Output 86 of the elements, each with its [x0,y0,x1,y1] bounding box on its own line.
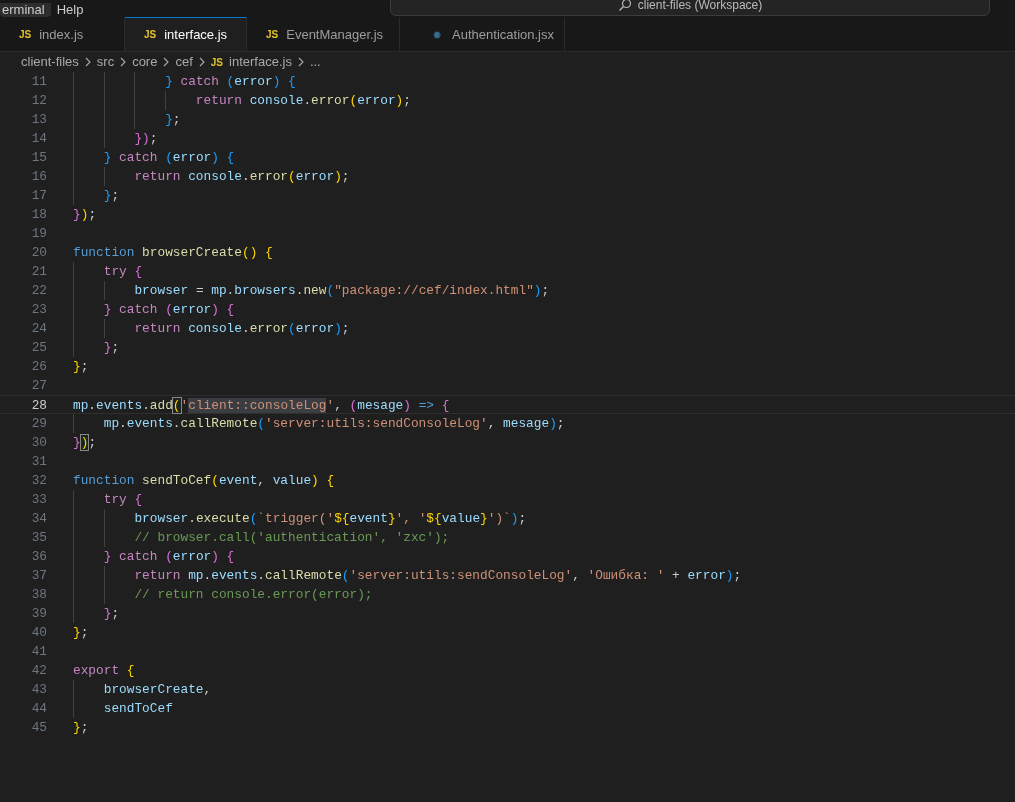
line-number: 44 [30,700,48,718]
menu-item[interactable]: erminal [0,3,51,17]
line-number: 18 [30,206,48,224]
line-number: 22 [30,282,48,300]
code-line: function browserCreate() { [73,245,273,260]
chevron-icon [296,57,305,67]
code-line: return console.error(error); [133,169,350,184]
menu-item[interactable]: Help [50,3,90,17]
code-line: browser = mp.browsers.new("package://cef/index.html"); [133,283,550,298]
line-number: 11 [30,73,48,91]
line-number: 13 [30,111,48,129]
code-line: }; [73,625,89,640]
line-number: 33 [30,491,48,509]
search-icon [617,0,632,12]
code-line: }); [133,131,158,146]
js-file-icon: JS [144,27,157,42]
editor-tab[interactable]: JS interface.js [125,17,247,51]
breadcrumb-item[interactable]: interface.js [229,52,292,72]
breadcrumb-item[interactable]: core [132,52,158,72]
line-number: 21 [30,263,48,281]
js-file-icon: JS [19,27,32,42]
line-number: 41 [30,643,48,661]
line-number: 37 [30,567,48,585]
line-number: 19 [30,225,48,243]
line-number: 16 [30,168,48,186]
code-line: browserCreate, [102,682,212,697]
breadcrumb-item[interactable]: cef [175,52,193,72]
code-line: sendToCef [102,701,173,716]
breadcrumb-item[interactable]: src [96,52,115,72]
code-line: } catch (error) { [102,549,235,564]
code-line: return mp.events.callRemote('server:utils:sendConsoleLog', 'Ошибка: ' + error); [133,568,742,583]
line-number: 38 [30,586,48,604]
code-line: }); [73,207,97,222]
code-line: }); [73,435,97,450]
line-number: 36 [30,548,48,566]
js-file-icon: JS [210,54,223,70]
line-number: 23 [30,301,48,319]
line-number: 24 [30,320,48,338]
code-line: }; [73,359,89,374]
line-number: 15 [30,149,48,167]
chevron-icon [162,57,171,67]
line-number: 17 [30,187,48,205]
line-number: 27 [30,377,48,395]
line-number: 26 [30,358,48,376]
js-file-icon: JS [266,27,279,42]
code-line: }; [164,112,181,127]
line-number: 35 [30,529,48,547]
line-number: 25 [30,339,48,357]
line-number: 12 [30,92,48,110]
code-line: }; [73,720,89,735]
line-number: 28 [30,397,48,413]
code-line: mp.events.add('client::consoleLog', (mesage) => { [73,398,450,413]
chevron-icon [119,57,128,67]
code-line: try { [102,264,143,279]
code-line: function sendToCef(event, value) { [73,473,335,488]
breadcrumb-item[interactable]: client-files [21,52,79,72]
code-line: return console.error(error); [133,321,350,336]
line-number: 32 [30,472,48,490]
line-number: 43 [30,681,48,699]
code-line: }; [102,340,120,355]
code-line: // browser.call('authentication', 'zxc'); [133,530,450,545]
line-number: 29 [30,415,48,433]
code-line: export { [73,663,135,678]
line-number: 40 [30,624,48,642]
code-line: try { [102,492,143,507]
line-number: 14 [30,130,48,148]
code-line: return console.error(error); [194,93,411,108]
line-number: 42 [30,662,48,680]
chevron-icon [83,57,92,67]
line-number: 20 [30,244,48,262]
code-line: } catch (error) { [102,150,235,165]
code-line: }; [102,606,120,621]
line-number: 31 [30,453,48,471]
code-line: }; [102,188,120,203]
breadcrumb-item[interactable]: ... [309,52,321,72]
line-number: 30 [30,434,48,452]
search-field[interactable]: client-files (Workspace) [390,0,990,16]
code-line: } catch (error) { [164,74,296,89]
code-line: // return console.error(error); [133,587,373,602]
line-number: 34 [30,510,48,528]
line-number: 39 [30,605,48,623]
code-line: browser.execute(`trigger('${event}', '${value}')`); [133,511,527,526]
line-number: 45 [30,719,48,737]
chevron-icon [197,57,206,67]
code-line: mp.events.callRemote('server:utils:sendConsoleLog', mesage); [102,416,565,431]
code-line: } catch (error) { [102,302,235,317]
